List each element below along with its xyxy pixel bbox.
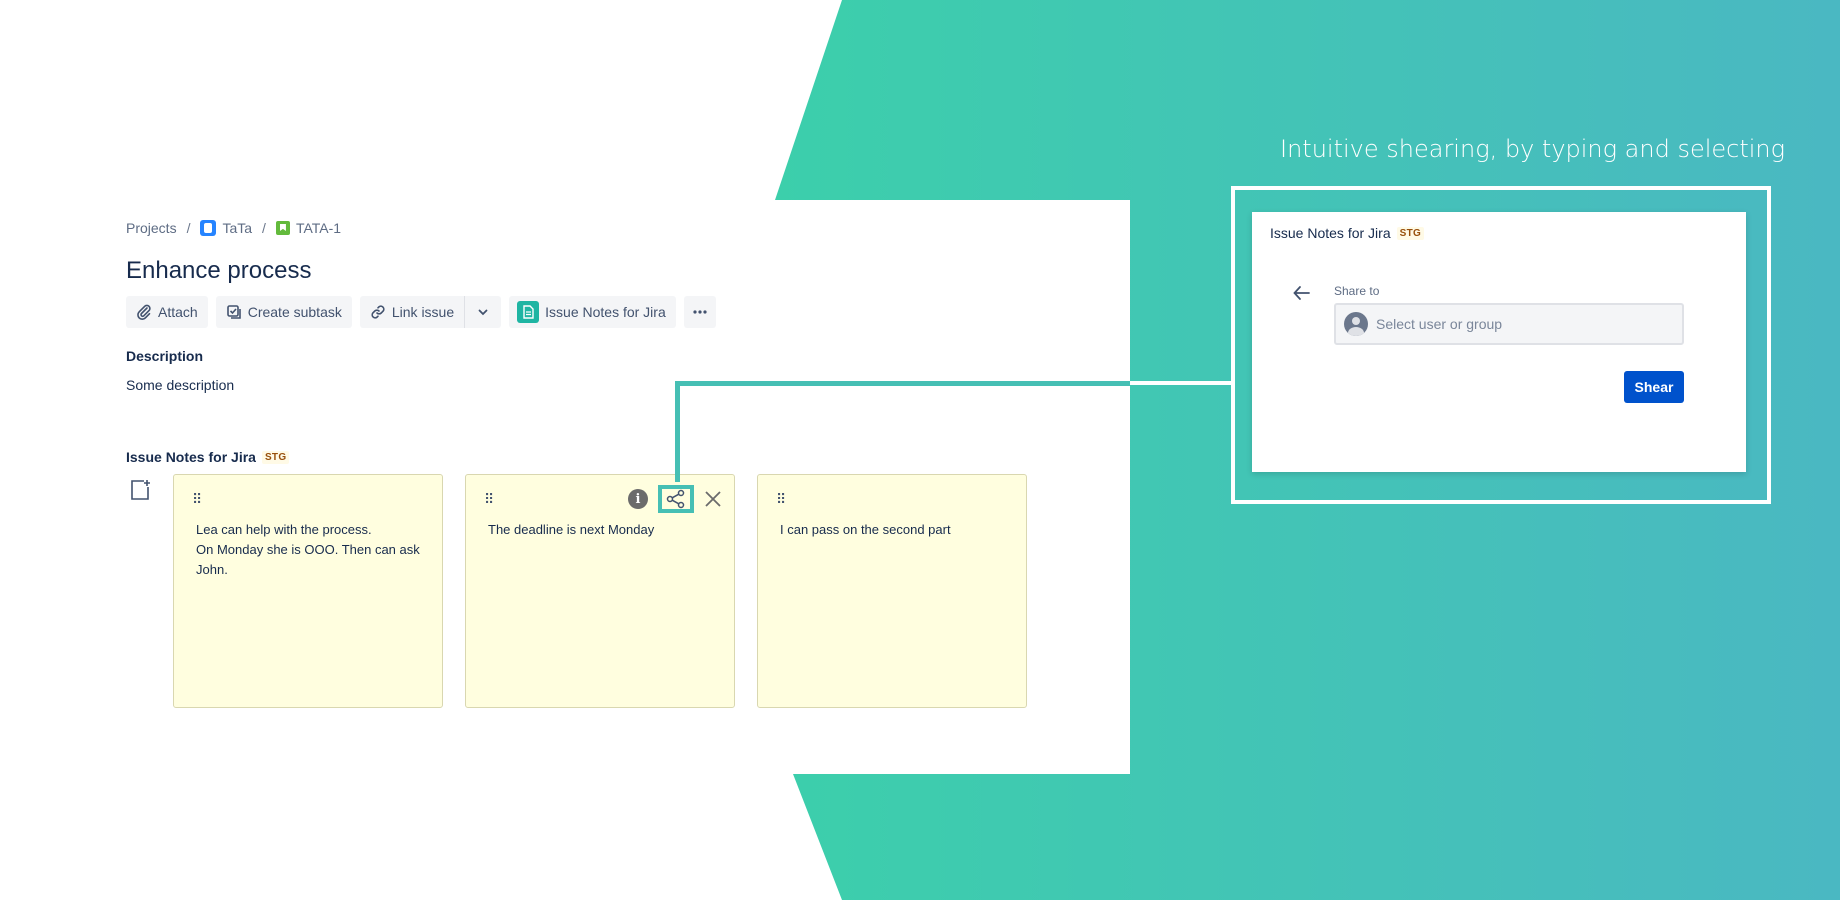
close-icon[interactable] [704, 490, 722, 508]
breadcrumb-issue-key[interactable]: TATA-1 [275, 220, 342, 236]
back-arrow-icon[interactable] [1292, 284, 1312, 302]
notes-section-label: Issue Notes for Jira [126, 449, 256, 465]
page-title[interactable]: Enhance process [126, 257, 311, 285]
attach-button[interactable]: Attach [126, 296, 208, 328]
more-icon [693, 310, 707, 314]
notes-section-header: Issue Notes for Jira STG [126, 449, 290, 465]
note-tools: i [628, 485, 722, 513]
share-to-label: Share to [1334, 284, 1380, 298]
drag-handle-icon[interactable]: ⠿ [484, 491, 494, 508]
more-actions-button[interactable] [683, 296, 716, 328]
subtask-icon [226, 305, 241, 319]
story-icon [275, 221, 290, 235]
attach-label: Attach [158, 304, 198, 320]
note-line: The deadline is next Monday [488, 522, 655, 537]
description-text[interactable]: Some description [126, 377, 234, 393]
chevron-down-icon [478, 309, 488, 316]
note-card[interactable]: ⠿ I can pass on the second part [757, 474, 1027, 708]
breadcrumb-separator: / [186, 220, 191, 236]
breadcrumb-projects-label: Projects [126, 220, 177, 236]
add-note-icon[interactable] [128, 478, 152, 502]
note-line: Lea can help with the process. [196, 522, 372, 537]
link-issue-dropdown[interactable] [464, 296, 502, 328]
notes-app-icon [517, 301, 540, 323]
issue-notes-button[interactable]: Issue Notes for Jira [509, 296, 676, 328]
paperclip-icon [137, 304, 151, 320]
note-card[interactable]: ⠿ i The deadline is next Monday [465, 474, 735, 708]
note-text[interactable]: Lea can help with the process. On Monday… [196, 520, 421, 580]
project-icon [200, 220, 217, 236]
link-icon [371, 305, 385, 319]
create-subtask-button[interactable]: Create subtask [215, 296, 352, 328]
share-dialog-title-label: Issue Notes for Jira [1270, 225, 1391, 241]
user-group-select[interactable]: Select user or group [1334, 303, 1684, 345]
feature-headline: Intuitive shearing, by typing and select… [1280, 135, 1786, 163]
breadcrumb-project[interactable]: TaTa [200, 220, 252, 236]
callout-connector [1130, 381, 1235, 385]
breadcrumb-projects[interactable]: Projects [126, 220, 177, 236]
stg-badge: STG [1396, 226, 1425, 240]
info-icon[interactable]: i [628, 489, 648, 509]
link-issue-button[interactable]: Link issue [359, 296, 465, 328]
share-dialog: Issue Notes for Jira STG Share to Select… [1252, 212, 1746, 472]
breadcrumb-issue-key-label: TATA-1 [295, 220, 342, 236]
share-icon [666, 489, 685, 509]
note-line: On Monday she is OOO. Then can ask John. [196, 542, 420, 577]
avatar-icon [1344, 312, 1368, 336]
breadcrumb-project-label: TaTa [222, 220, 253, 236]
share-dialog-title: Issue Notes for Jira STG [1270, 225, 1425, 241]
share-button[interactable] [658, 485, 694, 513]
drag-handle-icon[interactable]: ⠿ [776, 491, 786, 508]
shear-button[interactable]: Shear [1624, 371, 1684, 403]
link-issue-label: Link issue [391, 304, 455, 320]
description-label: Description [126, 348, 204, 364]
user-group-placeholder: Select user or group [1376, 316, 1503, 332]
breadcrumb-separator: / [262, 220, 266, 236]
note-text[interactable]: The deadline is next Monday [488, 520, 713, 540]
stg-badge: STG [261, 450, 290, 464]
note-line: I can pass on the second part [780, 522, 951, 537]
note-text[interactable]: I can pass on the second part [780, 520, 1005, 540]
breadcrumb: Projects / TaTa / TATA-1 [126, 220, 341, 236]
note-card[interactable]: ⠿ Lea can help with the process. On Mond… [173, 474, 443, 708]
issue-toolbar: Attach Create subtask Link issue Issue N… [126, 296, 716, 328]
drag-handle-icon[interactable]: ⠿ [192, 491, 202, 508]
callout-connector [675, 382, 680, 482]
create-subtask-label: Create subtask [247, 304, 342, 320]
link-issue-split-button: Link issue [359, 296, 502, 328]
callout-connector [675, 381, 1130, 386]
issue-notes-label: Issue Notes for Jira [545, 304, 666, 320]
